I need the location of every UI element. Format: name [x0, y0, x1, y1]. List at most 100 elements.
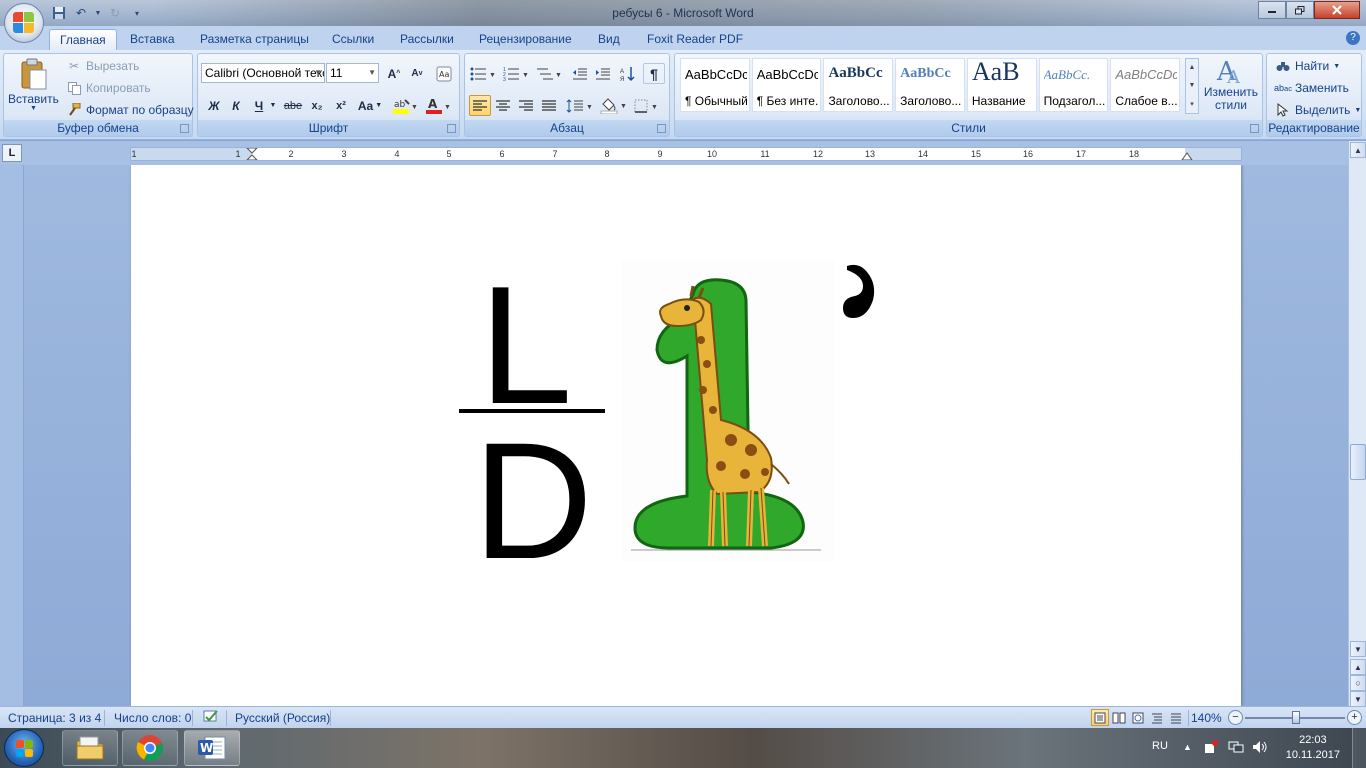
security-icon[interactable] [1204, 740, 1218, 757]
draft-view-button[interactable] [1167, 709, 1185, 726]
style-title[interactable]: AaB Название [966, 58, 1037, 112]
bullets-button[interactable]: ▼ [469, 63, 499, 84]
network-icon[interactable] [1228, 740, 1244, 757]
highlight-button[interactable]: ab ▼ [390, 95, 420, 116]
document-page[interactable]: L D [131, 165, 1241, 706]
scroll-up-button[interactable]: ▲ [1350, 142, 1366, 158]
justify-button[interactable] [538, 95, 560, 116]
tab-review[interactable]: Рецензирование [469, 29, 582, 50]
line-spacing-button[interactable]: ▼ [565, 95, 595, 116]
find-button[interactable]: Найти ▼ [1275, 58, 1340, 74]
print-layout-view-button[interactable] [1091, 709, 1109, 726]
more-icon[interactable]: ▾ [1190, 100, 1194, 108]
bold-button[interactable]: Ж [203, 95, 225, 116]
tab-insert[interactable]: Вставка [120, 29, 185, 50]
next-page-button[interactable]: ▼ [1350, 691, 1366, 707]
numbering-button[interactable]: 1 2 3 ▼ [502, 63, 532, 84]
format-painter-button[interactable]: Формат по образцу [66, 102, 194, 118]
language-indicator[interactable]: Русский (Россия) [235, 711, 330, 725]
zoom-level[interactable]: 140% [1191, 711, 1222, 725]
tab-mailings[interactable]: Рассылки [390, 29, 464, 50]
paste-button[interactable]: Вставить ▼ [8, 58, 59, 112]
scroll-thumb[interactable] [1350, 444, 1366, 480]
change-case-button[interactable]: Aa ▼ [356, 95, 384, 116]
zoom-in-button[interactable]: + [1347, 710, 1362, 725]
help-icon[interactable]: ? [1346, 31, 1360, 45]
font-size-combo[interactable]: 11 ▼ [326, 63, 379, 83]
right-indent-marker[interactable] [1181, 152, 1193, 161]
increase-indent-button[interactable] [592, 63, 614, 84]
change-styles-button[interactable]: AA Изменить стили [1203, 56, 1259, 112]
taskbar-chrome-button[interactable] [122, 730, 178, 766]
underline-dropdown[interactable]: ▼ [268, 95, 278, 116]
input-language[interactable]: RU [1152, 740, 1168, 752]
dialog-launcher-icon[interactable] [447, 124, 456, 133]
italic-button[interactable]: К [225, 95, 247, 116]
outline-view-button[interactable] [1148, 709, 1166, 726]
previous-page-button[interactable]: ▲ [1350, 659, 1366, 675]
restore-button[interactable] [1286, 1, 1314, 19]
style-subtle-emphasis[interactable]: AaBbCcDc Слабое в... [1110, 58, 1181, 112]
horizontal-ruler[interactable]: 1 1 2 3 4 5 6 7 8 9 10 11 12 13 14 15 16… [130, 147, 1242, 161]
dialog-launcher-icon[interactable] [657, 124, 666, 133]
tab-selector[interactable]: L [2, 144, 22, 162]
select-button[interactable]: Выделить ▼ [1275, 102, 1361, 118]
word-count[interactable]: Число слов: 0 [114, 711, 191, 725]
office-button[interactable] [4, 3, 44, 43]
volume-icon[interactable] [1252, 740, 1268, 757]
cut-button[interactable]: ✂ Вырезать [66, 58, 139, 74]
taskbar-clock[interactable]: 22:03 10.11.2017 [1286, 733, 1340, 763]
align-left-button[interactable] [469, 95, 491, 116]
subscript-button[interactable]: x₂ [306, 95, 328, 116]
show-formatting-button[interactable]: ¶ [643, 63, 665, 84]
font-family-combo[interactable]: Calibri (Основной текст) ▼ [201, 63, 325, 83]
copy-button[interactable]: Копировать [66, 80, 151, 96]
tab-references[interactable]: Ссылки [322, 29, 384, 50]
first-line-indent-marker[interactable] [246, 148, 258, 161]
giraffe-digit-one-image[interactable] [621, 260, 835, 562]
style-heading-1[interactable]: AaBbCc Заголово... [823, 58, 894, 112]
underline-button[interactable]: Ч [248, 95, 270, 116]
decrease-indent-button[interactable] [569, 63, 591, 84]
page-count[interactable]: Страница: 3 из 4 [8, 711, 101, 725]
strikethrough-button[interactable]: abe [282, 95, 304, 116]
grow-font-button[interactable]: A ^ [383, 63, 405, 84]
tab-view[interactable]: Вид [588, 29, 630, 50]
scroll-down-button[interactable]: ▼ [1350, 641, 1366, 657]
dialog-launcher-icon[interactable] [1250, 124, 1259, 133]
start-button[interactable] [4, 729, 44, 767]
replace-button[interactable]: ab ac Заменить [1274, 80, 1349, 96]
shrink-font-button[interactable]: Av [406, 63, 428, 84]
close-button[interactable] [1314, 1, 1360, 19]
tab-home[interactable]: Главная [49, 29, 117, 50]
styles-gallery-scroll[interactable]: ▲ ▼ ▾ [1185, 58, 1199, 114]
clear-formatting-button[interactable]: Aa [433, 63, 455, 84]
tab-foxit[interactable]: Foxit Reader PDF [637, 29, 753, 50]
borders-button[interactable]: ▼ [633, 95, 663, 116]
chevron-up-icon[interactable]: ▲ [1189, 64, 1196, 71]
chevron-down-icon[interactable]: ▼ [1189, 82, 1196, 89]
show-desktop-button[interactable] [1352, 728, 1366, 768]
shading-button[interactable]: ▼ [599, 95, 629, 116]
style-no-spacing[interactable]: AaBbCcDc ¶ Без инте... [751, 58, 822, 112]
font-color-button[interactable]: A ▼ [423, 95, 453, 116]
proofing-icon[interactable] [202, 709, 220, 728]
tab-page-layout[interactable]: Разметка страницы [190, 29, 319, 50]
show-hidden-icons[interactable]: ▲ [1183, 742, 1192, 752]
select-browse-object-button[interactable]: ○ [1350, 675, 1366, 691]
style-heading-2[interactable]: AaBbCc Заголово... [895, 58, 965, 112]
zoom-slider-thumb[interactable] [1292, 711, 1300, 724]
align-right-button[interactable] [515, 95, 537, 116]
vertical-scrollbar[interactable]: ▲ ▼ ▲ ○ ▼ [1348, 141, 1366, 707]
taskbar-explorer-button[interactable] [62, 730, 118, 766]
sort-button[interactable]: AЯ [617, 63, 639, 84]
align-center-button[interactable] [492, 95, 514, 116]
full-screen-reading-view-button[interactable] [1110, 709, 1128, 726]
web-layout-view-button[interactable] [1129, 709, 1147, 726]
multilevel-list-button[interactable]: ▼ [535, 63, 565, 84]
style-normal[interactable]: AaBbCcDc ¶ Обычный [680, 58, 750, 112]
dialog-launcher-icon[interactable] [180, 124, 189, 133]
superscript-button[interactable]: x² [330, 95, 352, 116]
taskbar-word-button[interactable]: W [184, 730, 240, 766]
style-subtitle[interactable]: AaBbCc. Подзагол... [1038, 58, 1109, 112]
